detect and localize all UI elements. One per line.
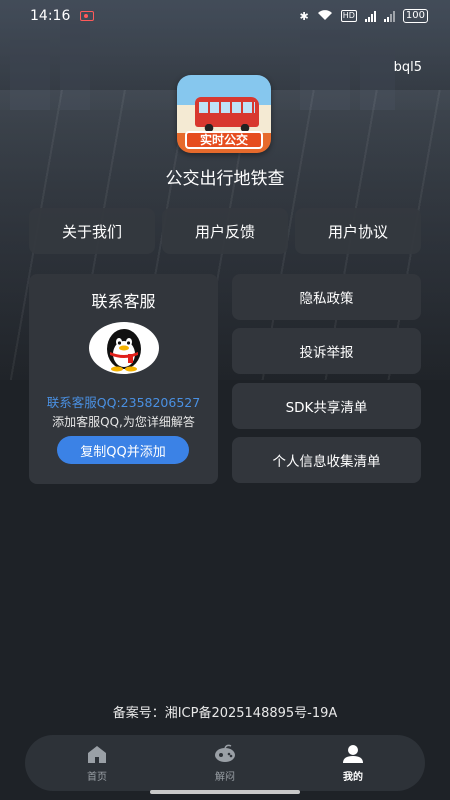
user-agreement-button[interactable]: 用户协议 xyxy=(295,208,421,254)
status-bar: 14:16 ✱ HD 100 xyxy=(0,0,450,32)
nav-home[interactable]: 首页 xyxy=(57,735,137,791)
nav-mine[interactable]: 我的 xyxy=(313,735,393,791)
bottom-nav: 首页 解闷 我的 xyxy=(25,735,425,791)
battery-indicator: 100 xyxy=(402,9,428,23)
contact-support-card: 联系客服 联系客服QQ:2358206527 添加客服QQ,为您详细解答 复制Q… xyxy=(29,274,218,484)
nav-mine-label: 我的 xyxy=(343,771,363,783)
icp-record: 备案号：湘ICP备2025148895号-19A xyxy=(112,706,338,721)
app-logo-badge: 实时公交 xyxy=(185,131,263,149)
bluetooth-icon: ✱ xyxy=(299,9,309,23)
signal-icon xyxy=(364,10,376,22)
nav-game[interactable]: 解闷 xyxy=(185,735,265,791)
nav-home-label: 首页 xyxy=(87,771,107,783)
status-time: 14:16 xyxy=(30,8,71,24)
qq-penguin-icon xyxy=(88,321,160,375)
user-feedback-button[interactable]: 用户反馈 xyxy=(162,208,288,254)
app-title: 公交出行地铁查 xyxy=(165,169,285,189)
home-indicator[interactable] xyxy=(150,790,300,794)
contact-title: 联系客服 xyxy=(91,292,156,311)
personal-info-list-button[interactable]: 个人信息收集清单 xyxy=(232,437,421,483)
privacy-policy-button[interactable]: 隐私政策 xyxy=(232,274,421,320)
signal-2-icon xyxy=(383,10,395,22)
version-tag: bql5 xyxy=(393,60,422,75)
hd-badge: HD xyxy=(340,10,357,22)
copy-qq-button[interactable]: 复制QQ并添加 xyxy=(57,436,189,464)
nav-game-label: 解闷 xyxy=(215,771,235,783)
person-icon xyxy=(343,744,363,763)
wifi-icon xyxy=(317,9,333,24)
home-icon xyxy=(88,745,106,763)
about-us-button[interactable]: 关于我们 xyxy=(29,208,155,254)
bus-icon xyxy=(195,97,259,132)
game-icon xyxy=(215,744,235,762)
screen-record-icon xyxy=(80,11,95,21)
qq-description: 添加客服QQ,为您详细解答 xyxy=(52,415,195,429)
sdk-share-list-button[interactable]: SDK共享清单 xyxy=(232,383,421,429)
complaint-report-button[interactable]: 投诉举报 xyxy=(232,328,421,374)
qq-number-text: 联系客服QQ:2358206527 xyxy=(46,395,201,410)
app-logo: 实时公交 xyxy=(177,75,271,153)
